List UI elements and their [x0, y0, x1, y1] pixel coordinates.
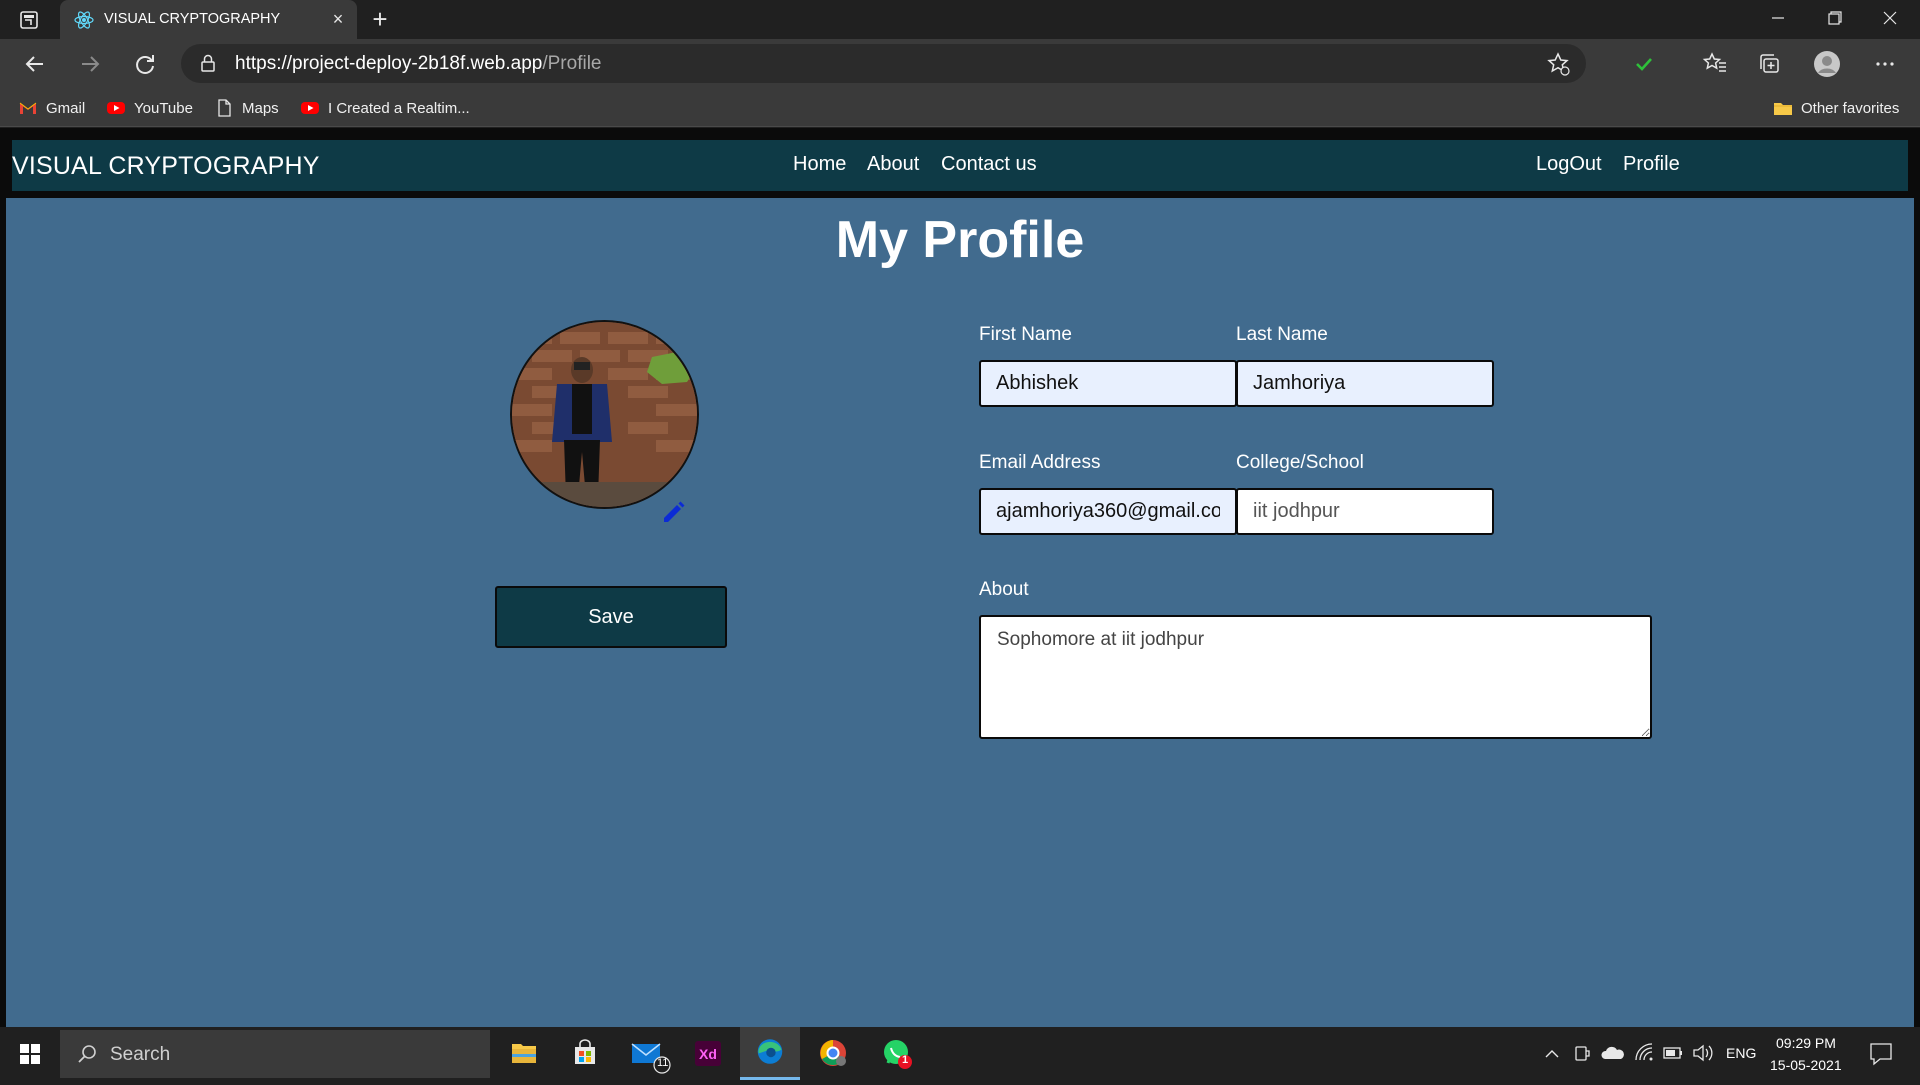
browser-toolbar: https://project-deploy-2b18f.web.app/Pro… [0, 39, 1920, 89]
tab-actions-icon[interactable] [18, 9, 40, 31]
whatsapp-app[interactable]: 1 [866, 1027, 926, 1080]
college-label: College/School [1236, 452, 1364, 473]
save-button[interactable]: Save [495, 586, 727, 648]
page-icon [218, 99, 231, 117]
bookmark-gmail[interactable]: Gmail [18, 95, 85, 121]
profile-avatar-icon[interactable] [1812, 49, 1842, 79]
site-brand[interactable]: VISUAL CRYPTOGRAPHY [12, 152, 320, 181]
email-input[interactable] [979, 488, 1237, 535]
nav-profile[interactable]: Profile [1623, 153, 1680, 176]
about-textarea[interactable]: Sophomore at iit jodhpur [979, 615, 1652, 739]
taskbar-search[interactable]: Search [60, 1030, 490, 1078]
url-host: https://project-deploy-2b18f.web.app [235, 53, 543, 74]
battery-icon[interactable] [1660, 1027, 1686, 1080]
extension-check-icon[interactable] [1629, 49, 1659, 79]
bookmarks-bar: Gmail YouTube Maps I Created a Realtim..… [0, 89, 1920, 127]
bookmark-label: Other favorites [1801, 99, 1900, 117]
about-label: About [979, 579, 1029, 600]
nav-home[interactable]: Home [793, 153, 846, 176]
volume-icon[interactable] [1690, 1027, 1716, 1080]
last-name-label: Last Name [1236, 324, 1328, 345]
tab-close-icon[interactable]: × [327, 8, 349, 30]
edit-pencil-icon[interactable] [658, 496, 688, 526]
college-input[interactable] [1236, 488, 1494, 535]
svg-text:Xd: Xd [699, 1046, 717, 1062]
avatar [510, 320, 699, 509]
mail-app[interactable]: 11 [617, 1027, 677, 1080]
nav-contact[interactable]: Contact us [941, 153, 1037, 176]
mail-icon [631, 1043, 671, 1074]
forward-icon[interactable] [75, 49, 105, 79]
file-explorer-icon[interactable] [494, 1027, 554, 1080]
email-label: Email Address [979, 452, 1101, 473]
favorites-icon[interactable] [1700, 49, 1730, 79]
bookmark-label: Gmail [46, 99, 86, 117]
new-tab-button[interactable]: + [366, 6, 394, 34]
collections-icon[interactable] [1755, 49, 1785, 79]
back-icon[interactable] [20, 49, 50, 79]
wifi-icon[interactable] [1632, 1027, 1656, 1080]
bookmark-label: YouTube [134, 99, 193, 117]
restore-icon[interactable] [1806, 0, 1862, 36]
nav-about[interactable]: About [867, 153, 919, 176]
notifications-icon[interactable] [1866, 1027, 1896, 1080]
language-indicator[interactable]: ENG [1726, 1045, 1756, 1061]
device-icon[interactable] [1570, 1027, 1594, 1080]
avatar-photo [512, 322, 697, 507]
bookmark-other-favorites[interactable]: Other favorites [1773, 95, 1899, 121]
last-name-input[interactable] [1236, 360, 1494, 407]
gmail-icon [19, 102, 37, 114]
refresh-icon[interactable] [130, 49, 160, 79]
show-hidden-icons-icon[interactable] [1540, 1027, 1564, 1080]
profile-section: My Profile Save First Name Abhishek Last… [6, 198, 1914, 1027]
close-window-icon[interactable] [1862, 0, 1918, 36]
url-text[interactable]: https://project-deploy-2b18f.web.app/Pro… [235, 53, 602, 75]
chrome-icon[interactable] [803, 1027, 863, 1080]
youtube-icon [301, 102, 319, 114]
url-path: /Profile [542, 53, 602, 74]
mail-badge: 11 [657, 1057, 669, 1069]
search-icon [78, 1045, 96, 1063]
bookmark-youtube[interactable]: YouTube [106, 95, 193, 121]
windows-start-icon[interactable] [0, 1027, 60, 1080]
nav-logout[interactable]: LogOut [1536, 153, 1602, 176]
adobe-xd-icon[interactable]: Xd [678, 1027, 738, 1080]
edge-icon[interactable] [740, 1027, 800, 1080]
tab-strip: VISUAL CRYPTOGRAPHY × + [0, 0, 1920, 39]
bookmark-maps[interactable]: Maps [214, 95, 279, 121]
site-navbar: VISUAL CRYPTOGRAPHY Home About Contact u… [12, 140, 1908, 191]
bookmark-label: Maps [242, 99, 279, 117]
page-title: My Profile [835, 211, 1085, 269]
clock-date[interactable]: 15-05-2021 [1770, 1057, 1842, 1073]
bookmark-label: I Created a Realtim... [328, 99, 470, 117]
search-placeholder: Search [110, 1044, 171, 1065]
folder-icon [1774, 103, 1792, 115]
youtube-icon [107, 102, 125, 114]
react-favicon-icon [74, 11, 94, 29]
minimize-icon[interactable] [1750, 0, 1806, 36]
windows-taskbar: Search 11 Xd 1 ENG 09:29 PM 15-05-2021 [0, 1027, 1920, 1080]
whatsapp-badge: 1 [902, 1054, 909, 1066]
store-icon[interactable] [555, 1027, 615, 1080]
lock-icon[interactable] [199, 54, 217, 72]
onedrive-icon[interactable] [1600, 1027, 1626, 1080]
add-favorite-icon[interactable] [1543, 49, 1573, 79]
clock-time[interactable]: 09:29 PM [1776, 1035, 1836, 1051]
tab-title: VISUAL CRYPTOGRAPHY [104, 11, 281, 27]
bookmark-video[interactable]: I Created a Realtim... [300, 95, 470, 121]
whatsapp-icon [884, 1040, 912, 1069]
first-name-input[interactable] [979, 360, 1237, 407]
more-options-icon[interactable] [1870, 49, 1900, 79]
first-name-label: First Name [979, 324, 1072, 345]
address-bar[interactable]: https://project-deploy-2b18f.web.app/Pro… [181, 44, 1586, 83]
page-viewport: VISUAL CRYPTOGRAPHY Home About Contact u… [0, 128, 1920, 1027]
browser-tab[interactable]: VISUAL CRYPTOGRAPHY × [60, 0, 357, 39]
